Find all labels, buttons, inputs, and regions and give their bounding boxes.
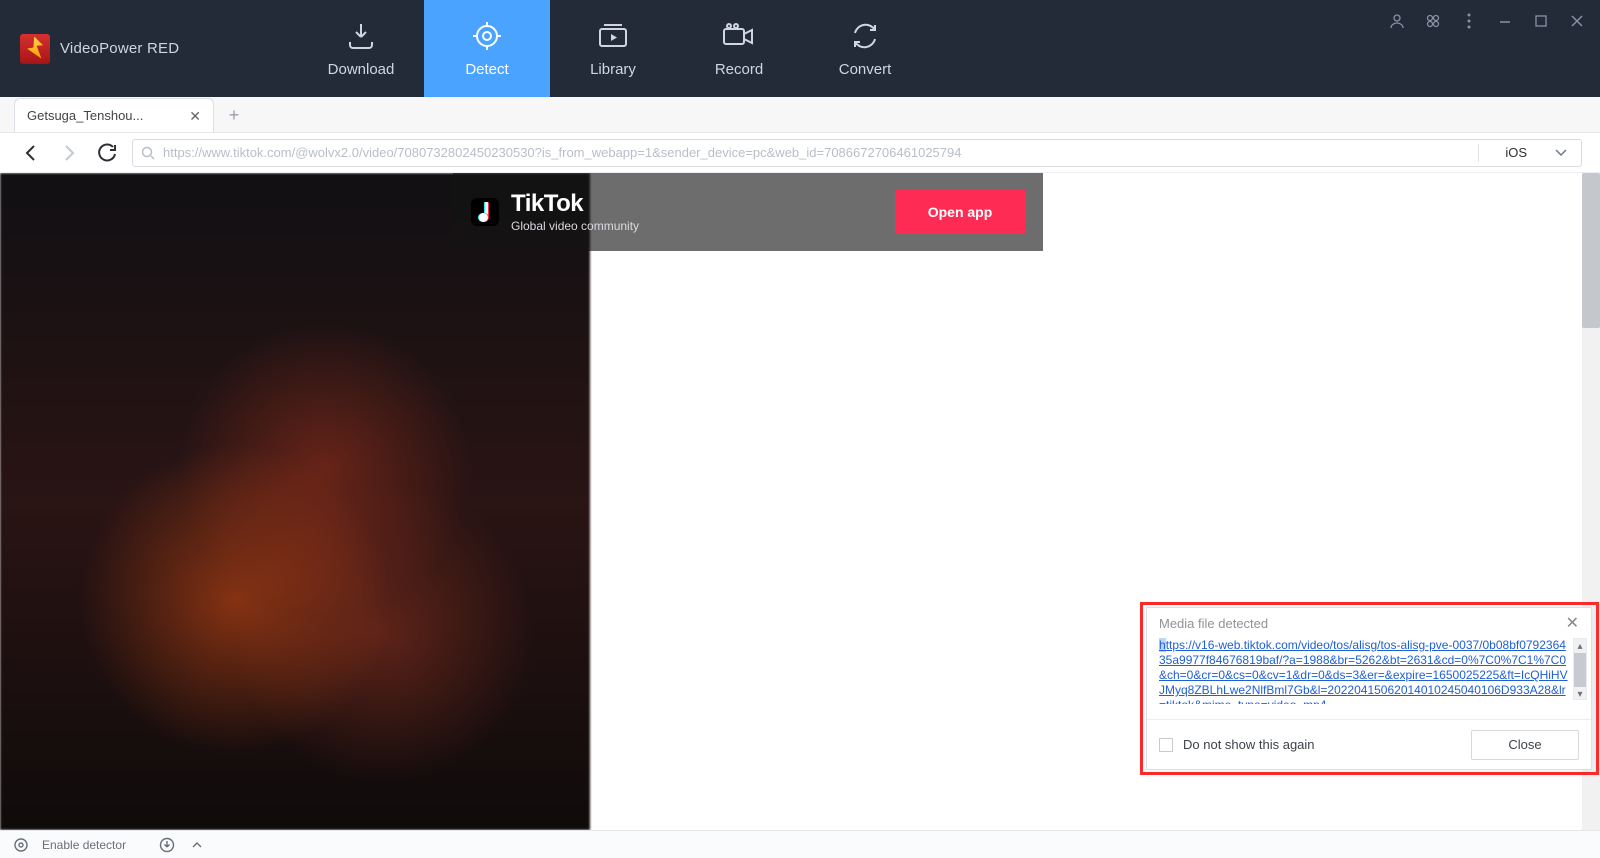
address-bar[interactable]: iOS	[132, 139, 1582, 167]
popup-scrollbar[interactable]: ▴ ▾	[1573, 638, 1587, 700]
media-detected-popup: Media file detected ✕ https://v16-web.ti…	[1146, 607, 1592, 770]
minimize-button[interactable]	[1496, 12, 1514, 30]
tiktok-logo-icon	[471, 198, 499, 226]
checkbox-icon[interactable]	[1159, 738, 1173, 752]
scrollbar-thumb[interactable]	[1582, 173, 1600, 328]
tiktok-subtitle: Global video community	[511, 220, 639, 232]
nav-tab-label: Record	[715, 61, 763, 78]
window-controls	[1388, 12, 1586, 30]
browser-tab[interactable]: Getsuga_Tenshou... ✕	[14, 98, 214, 132]
account-icon[interactable]	[1388, 12, 1406, 30]
nav-tab-label: Convert	[839, 61, 892, 78]
reload-button[interactable]	[94, 140, 120, 166]
app-title: VideoPower RED	[60, 40, 179, 57]
scroll-up-icon[interactable]: ▴	[1574, 639, 1586, 653]
popup-title: Media file detected	[1159, 616, 1268, 631]
nav-tab-label: Detect	[465, 61, 508, 78]
chevron-down-icon[interactable]	[1549, 149, 1573, 157]
detected-url-link[interactable]: https://v16-web.tiktok.com/video/tos/ali…	[1159, 638, 1591, 704]
nav-tab-library[interactable]: Library	[550, 0, 676, 97]
brand: VideoPower RED	[0, 0, 298, 97]
url-selection: h	[1159, 638, 1166, 652]
scroll-down-icon[interactable]: ▾	[1574, 687, 1586, 701]
platform-selector[interactable]: iOS	[1487, 140, 1541, 166]
popup-scroll-thumb[interactable]	[1574, 653, 1586, 687]
library-icon	[596, 19, 630, 53]
convert-icon	[848, 19, 882, 53]
app-logo-icon	[20, 34, 50, 64]
url-input[interactable]	[163, 145, 1470, 160]
close-window-button[interactable]	[1568, 12, 1586, 30]
browser-tab-title: Getsuga_Tenshou...	[27, 108, 143, 123]
nav-tab-convert[interactable]: Convert	[802, 0, 928, 97]
top-nav: VideoPower RED Download Detect	[0, 0, 1600, 97]
search-icon	[141, 146, 155, 160]
nav-tab-label: Download	[328, 61, 395, 78]
nav-tab-record[interactable]: Record	[676, 0, 802, 97]
video-preview[interactable]	[0, 173, 590, 830]
tiktok-banner: TikTok Global video community Open app	[453, 173, 1043, 251]
back-button[interactable]	[18, 140, 44, 166]
nav-tab-detect[interactable]: Detect	[424, 0, 550, 97]
tiktok-brand: TikTok	[511, 192, 639, 216]
kebab-menu-icon[interactable]	[1460, 12, 1478, 30]
maximize-button[interactable]	[1532, 12, 1550, 30]
download-icon	[344, 19, 378, 53]
nav-tab-download[interactable]: Download	[298, 0, 424, 97]
status-bar: Enable detector	[0, 830, 1600, 858]
detector-toggle-icon[interactable]	[12, 836, 30, 854]
forward-button[interactable]	[56, 140, 82, 166]
page-content: TikTok Global video community Open app M…	[0, 173, 1600, 830]
open-app-button[interactable]: Open app	[895, 190, 1025, 234]
checkbox-label: Do not show this again	[1183, 737, 1315, 752]
apps-icon[interactable]	[1424, 12, 1442, 30]
popup-close-action-button[interactable]: Close	[1471, 730, 1579, 760]
browser-toolbar: iOS	[0, 133, 1600, 173]
platform-label: iOS	[1505, 145, 1527, 160]
divider	[1478, 144, 1479, 162]
detector-label[interactable]: Enable detector	[42, 838, 126, 852]
camera-icon	[722, 19, 756, 53]
browser-tabstrip: Getsuga_Tenshou... ✕ +	[0, 97, 1600, 133]
new-tab-button[interactable]: +	[222, 103, 246, 127]
download-small-icon[interactable]	[158, 836, 176, 854]
chevron-up-icon[interactable]	[188, 836, 206, 854]
nav-tabs: Download Detect Library	[298, 0, 928, 97]
target-icon	[470, 19, 504, 53]
url-rest: ttps://v16-web.tiktok.com/video/tos/alis…	[1159, 638, 1568, 704]
dont-show-checkbox[interactable]: Do not show this again	[1159, 737, 1315, 752]
popup-close-button[interactable]: ✕	[1566, 613, 1579, 633]
nav-tab-label: Library	[590, 61, 636, 78]
close-tab-button[interactable]: ✕	[189, 109, 201, 123]
